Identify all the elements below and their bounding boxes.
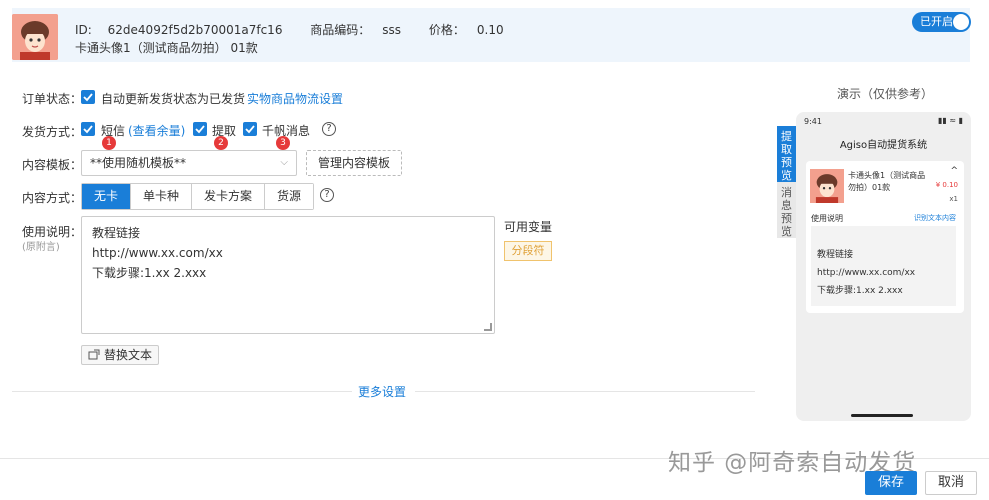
code-label: 商品编码： [310, 23, 371, 37]
usage-sub-label: (原附言) [22, 242, 60, 253]
id-value: 62de4092f5d2b70001a7fc16 [107, 23, 283, 37]
variable-tag-separator[interactable]: 分段符 [504, 241, 552, 261]
price-label: 价格： [428, 23, 465, 37]
auto-ship-checkbox[interactable] [81, 90, 95, 104]
phone-home-bar [851, 414, 913, 417]
delivery-help-icon[interactable]: ? [322, 122, 336, 136]
mode-tab-source[interactable]: 货源 [264, 184, 314, 209]
save-button[interactable]: 保存 [865, 471, 917, 495]
tab-extract-preview[interactable]: 提取预览 [777, 126, 796, 182]
extract-checkbox[interactable] [193, 122, 207, 136]
phone-product-name: 卡通头像1（测试商品勿拍）01款 [848, 171, 926, 192]
usage-line: 教程链接 [92, 226, 141, 240]
mode-tab-card-plan[interactable]: 发卡方案 [191, 184, 265, 209]
phone-usage-line: http://www.xx.com/xx [817, 268, 916, 278]
delivery-label: 发货方式： [22, 125, 83, 139]
phone-product-price: ¥ 0.10 [935, 181, 958, 189]
order-status-label: 订单状态： [22, 92, 83, 106]
divider-left [12, 391, 352, 392]
phone-usage-label: 使用说明 [811, 214, 843, 223]
price-value: 0.10 [476, 23, 504, 37]
badge-2: 2 [214, 136, 228, 150]
content-mode-help-icon[interactable]: ? [320, 188, 334, 202]
tab-message-preview[interactable]: 消息预览 [777, 182, 796, 238]
template-label: 内容模板： [22, 158, 83, 172]
logistics-settings-link[interactable]: 实物商品物流设置 [247, 90, 343, 107]
toggle-knob [953, 14, 969, 30]
replace-text-label: 替换文本 [104, 348, 153, 362]
code-value: sss [382, 23, 402, 37]
qianfan-checkbox[interactable] [243, 122, 257, 136]
phone-time: 9:41 [804, 117, 822, 126]
mode-tab-single-card[interactable]: 单卡种 [130, 184, 192, 209]
product-title: 卡通头像1（测试商品勿拍） 01款 [75, 39, 258, 56]
chevron-down-icon: ⌵ [280, 157, 288, 168]
usage-textarea[interactable]: 教程链接 http://www.xx.com/xx 下载步骤:1.xx 2.xx… [81, 216, 495, 334]
more-settings-link[interactable]: 更多设置 [358, 383, 406, 400]
phone-app-title: Agiso自动提货系统 [839, 140, 928, 151]
check-icon [195, 125, 205, 134]
sms-checkbox[interactable] [81, 122, 95, 136]
phone-usage-line: 教程链接 [817, 250, 854, 260]
check-icon [245, 125, 255, 134]
usage-line: 下载步骤:1.xx 2.xxx [92, 266, 207, 280]
check-icon [83, 125, 93, 134]
divider-right [415, 391, 755, 392]
mode-tab-no-card[interactable]: 无卡 [82, 184, 131, 209]
content-mode-label: 内容方式： [22, 191, 83, 205]
manage-template-button[interactable]: 管理内容模板 [306, 150, 402, 176]
product-name: 卡通头像1（测试商品勿拍） [75, 41, 227, 55]
sms-quota-link[interactable]: (查看余量) [128, 122, 185, 139]
content-mode-tabs: 无卡 单卡种 发卡方案 货源 [81, 183, 315, 210]
toggle-label: 已开启 [920, 15, 953, 28]
cancel-button[interactable]: 取消 [925, 471, 977, 495]
variables-label: 可用变量 [504, 220, 553, 234]
product-avatar [12, 14, 58, 60]
replace-icon [88, 349, 100, 360]
check-icon [83, 93, 93, 102]
phone-usage-line: 下载步骤:1.xx 2.xxx [817, 286, 903, 296]
id-label: ID: [75, 23, 92, 37]
usage-line: http://www.xx.com/xx [92, 246, 223, 260]
badge-1: 1 [102, 136, 116, 150]
chevron-up-icon[interactable]: ^ [950, 166, 958, 176]
badge-3: 3 [276, 136, 290, 150]
phone-product-qty: x1 [949, 195, 958, 203]
resize-handle-icon[interactable] [484, 323, 492, 331]
product-header: ID: 62de4092f5d2b70001a7fc16 商品编码： sss 价格… [12, 8, 971, 62]
replace-text-button[interactable]: 替换文本 [81, 345, 159, 365]
phone-product-avatar [810, 169, 844, 203]
phone-usage-link[interactable]: 识别文本内容 [914, 213, 956, 223]
template-value: **使用随机模板** [90, 156, 187, 170]
phone-product-card: 卡通头像1（测试商品勿拍）01款 ^ ¥ 0.10 x1 使用说明 识别文本内容… [806, 161, 964, 313]
phone-preview: 9:41 ▮▮ ≈ ▮ Agiso自动提货系统 卡通头像1（测试商品勿拍）01款… [796, 112, 971, 421]
product-meta: ID: 62de4092f5d2b70001a7fc16 商品编码： sss 价格… [75, 21, 528, 38]
signal-wifi-battery-icon: ▮▮ ≈ ▮ [938, 116, 963, 125]
template-select[interactable]: **使用随机模板** ⌵ [81, 150, 297, 176]
preview-title: 演示（仅供参考） [837, 87, 934, 101]
phone-usage-body: 教程链接 http://www.xx.com/xx 下载步骤:1.xx 2.xx… [811, 226, 956, 306]
enable-toggle[interactable]: 已开启 [912, 12, 971, 32]
product-count: 01款 [230, 41, 258, 55]
auto-ship-text: 自动更新发货状态为已发货 [101, 92, 246, 106]
